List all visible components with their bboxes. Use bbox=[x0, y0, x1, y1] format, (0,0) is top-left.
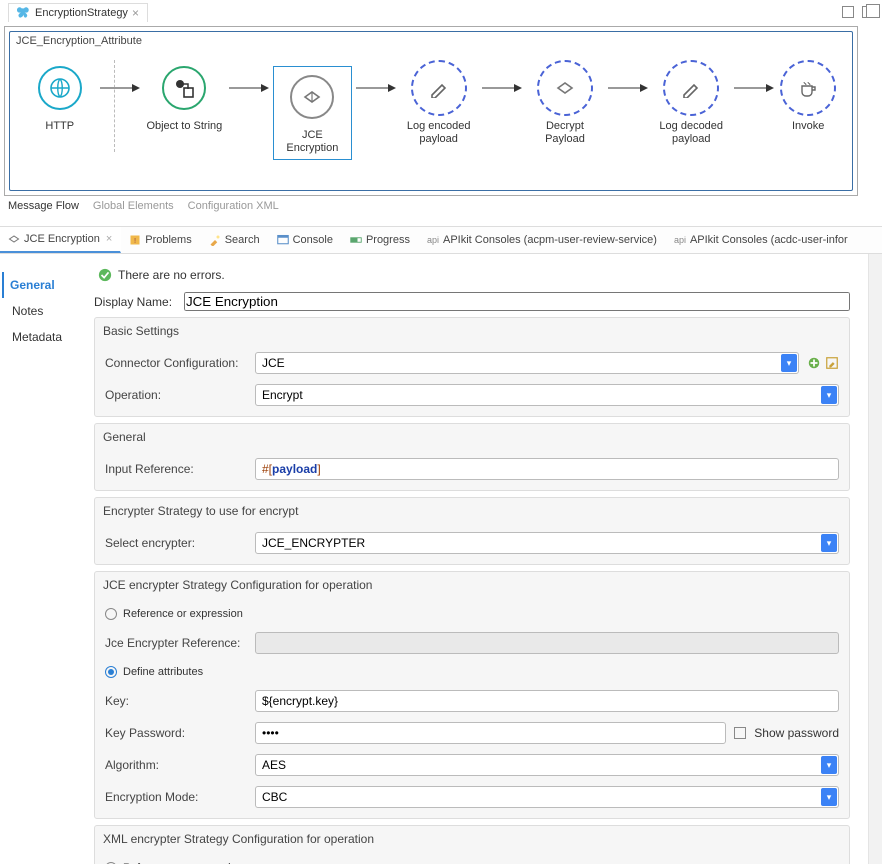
tab-message-flow[interactable]: Message Flow bbox=[8, 200, 79, 212]
tab-jce-encryption[interactable]: JCE Encryption × bbox=[0, 227, 121, 253]
sidebar-item-general[interactable]: General bbox=[2, 272, 84, 298]
radio-reference-expression[interactable]: Reference or expression bbox=[105, 606, 839, 622]
shield-lock-icon bbox=[301, 86, 323, 108]
display-name-input[interactable] bbox=[184, 292, 850, 311]
node-jce-encryption[interactable]: JCE Encryption bbox=[273, 66, 351, 160]
tab-problems[interactable]: ! Problems bbox=[121, 227, 200, 253]
show-password-label: Show password bbox=[754, 726, 839, 740]
close-icon[interactable]: × bbox=[106, 233, 112, 245]
node-object-to-string[interactable]: Object to String bbox=[144, 66, 226, 133]
properties-sidebar: General Notes Metadata bbox=[0, 254, 94, 864]
radio-icon bbox=[105, 666, 117, 678]
show-password-checkbox[interactable] bbox=[734, 727, 746, 739]
tab-search[interactable]: Search bbox=[201, 227, 269, 253]
tab-apikit-1[interactable]: api APIkit Consoles (acpm-user-review-se… bbox=[419, 227, 666, 253]
tab-console[interactable]: Console bbox=[269, 227, 342, 253]
key-password-label: Key Password: bbox=[105, 726, 247, 740]
window-controls bbox=[842, 6, 874, 18]
arrow-icon bbox=[482, 66, 522, 110]
arrow-icon bbox=[734, 66, 774, 110]
flow-canvas[interactable]: JCE_Encryption_Attribute HTTP Object to … bbox=[4, 26, 858, 196]
butterfly-icon bbox=[17, 6, 31, 20]
node-http[interactable]: HTTP bbox=[24, 66, 96, 133]
add-button[interactable] bbox=[807, 356, 821, 370]
warning-icon: ! bbox=[129, 234, 141, 246]
cup-icon bbox=[798, 78, 818, 98]
source-divider bbox=[114, 60, 115, 152]
minimize-button[interactable] bbox=[842, 6, 854, 18]
input-reference-label: Input Reference: bbox=[105, 462, 247, 476]
radio-xml-reference[interactable]: Reference or expression bbox=[105, 860, 839, 864]
select-encrypter-label: Select encrypter: bbox=[105, 536, 247, 550]
connector-config-label: Connector Configuration: bbox=[105, 356, 247, 370]
sidebar-item-metadata[interactable]: Metadata bbox=[10, 324, 84, 350]
section-basic-settings: Basic Settings Connector Configuration: … bbox=[94, 317, 850, 417]
api-badge: api bbox=[427, 235, 439, 245]
shield-lock-icon bbox=[554, 77, 576, 99]
algorithm-select[interactable]: ▾ bbox=[255, 754, 839, 776]
console-icon bbox=[277, 234, 289, 246]
globe-icon bbox=[48, 76, 72, 100]
key-password-input[interactable] bbox=[255, 722, 726, 744]
pencil-icon bbox=[681, 78, 701, 98]
jce-reference-label: Jce Encrypter Reference: bbox=[105, 636, 247, 650]
operation-label: Operation: bbox=[105, 388, 247, 402]
arrow-icon bbox=[229, 66, 269, 110]
node-invoke[interactable]: Invoke bbox=[778, 66, 838, 133]
section-general: General Input Reference: #[payload] bbox=[94, 423, 850, 491]
close-icon[interactable]: × bbox=[132, 6, 139, 20]
section-encrypter-strategy: Encrypter Strategy to use for encrypt Se… bbox=[94, 497, 850, 565]
operation-select[interactable]: ▾ bbox=[255, 384, 839, 406]
encryption-mode-label: Encryption Mode: bbox=[105, 790, 247, 804]
properties-content: There are no errors. Display Name: Basic… bbox=[94, 254, 868, 864]
svg-text:!: ! bbox=[134, 236, 136, 245]
radio-define-attributes[interactable]: Define attributes bbox=[105, 664, 839, 680]
select-encrypter-select[interactable]: ▾ bbox=[255, 532, 839, 554]
section-jce-config: JCE encrypter Strategy Configuration for… bbox=[94, 571, 850, 819]
input-reference-field[interactable]: #[payload] bbox=[255, 458, 839, 480]
encryption-mode-select[interactable]: ▾ bbox=[255, 786, 839, 808]
editor-tab-label: EncryptionStrategy bbox=[35, 7, 128, 19]
shield-lock-icon bbox=[8, 233, 20, 245]
status-row: There are no errors. bbox=[94, 262, 850, 292]
check-circle-icon bbox=[98, 268, 112, 282]
arrow-icon bbox=[356, 66, 396, 110]
transform-icon bbox=[172, 76, 196, 100]
tab-global-elements[interactable]: Global Elements bbox=[93, 200, 174, 212]
sidebar-item-notes[interactable]: Notes bbox=[10, 298, 84, 324]
chevron-down-icon: ▾ bbox=[821, 534, 837, 552]
bottom-panel-tabs: JCE Encryption × ! Problems Search Conso… bbox=[0, 226, 882, 254]
tab-progress[interactable]: Progress bbox=[342, 227, 419, 253]
chevron-down-icon: ▾ bbox=[781, 354, 797, 372]
node-log-decoded[interactable]: Log decoded payload bbox=[652, 66, 730, 146]
key-label: Key: bbox=[105, 694, 247, 708]
flashlight-icon bbox=[209, 234, 221, 246]
section-xml-config: XML encrypter Strategy Configuration for… bbox=[94, 825, 850, 864]
jce-reference-input bbox=[255, 632, 839, 654]
radio-icon bbox=[105, 608, 117, 620]
tab-config-xml[interactable]: Configuration XML bbox=[188, 200, 279, 212]
api-badge: api bbox=[674, 235, 686, 245]
window-top-bar: EncryptionStrategy × bbox=[0, 0, 882, 24]
editor-tab-encryption-strategy[interactable]: EncryptionStrategy × bbox=[8, 3, 148, 22]
tab-apikit-2[interactable]: api APIkit Consoles (acdc-user-infor bbox=[666, 227, 857, 253]
key-input[interactable] bbox=[255, 690, 839, 712]
progress-icon bbox=[350, 234, 362, 246]
algorithm-label: Algorithm: bbox=[105, 758, 247, 772]
pencil-icon bbox=[429, 78, 449, 98]
maximize-button[interactable] bbox=[862, 6, 874, 18]
arrow-icon bbox=[608, 66, 648, 110]
chevron-down-icon: ▾ bbox=[821, 756, 837, 774]
node-log-encoded[interactable]: Log encoded payload bbox=[400, 66, 478, 146]
canvas-view-tabs: Message Flow Global Elements Configurati… bbox=[0, 196, 866, 216]
display-name-label: Display Name: bbox=[94, 295, 174, 309]
arrow-icon bbox=[100, 66, 140, 110]
chevron-down-icon: ▾ bbox=[821, 386, 837, 404]
node-decrypt[interactable]: Decrypt Payload bbox=[526, 66, 604, 146]
scrollbar[interactable] bbox=[868, 254, 882, 864]
chevron-down-icon: ▾ bbox=[821, 788, 837, 806]
edit-button[interactable] bbox=[825, 356, 839, 370]
connector-config-select[interactable]: ▾ bbox=[255, 352, 799, 374]
